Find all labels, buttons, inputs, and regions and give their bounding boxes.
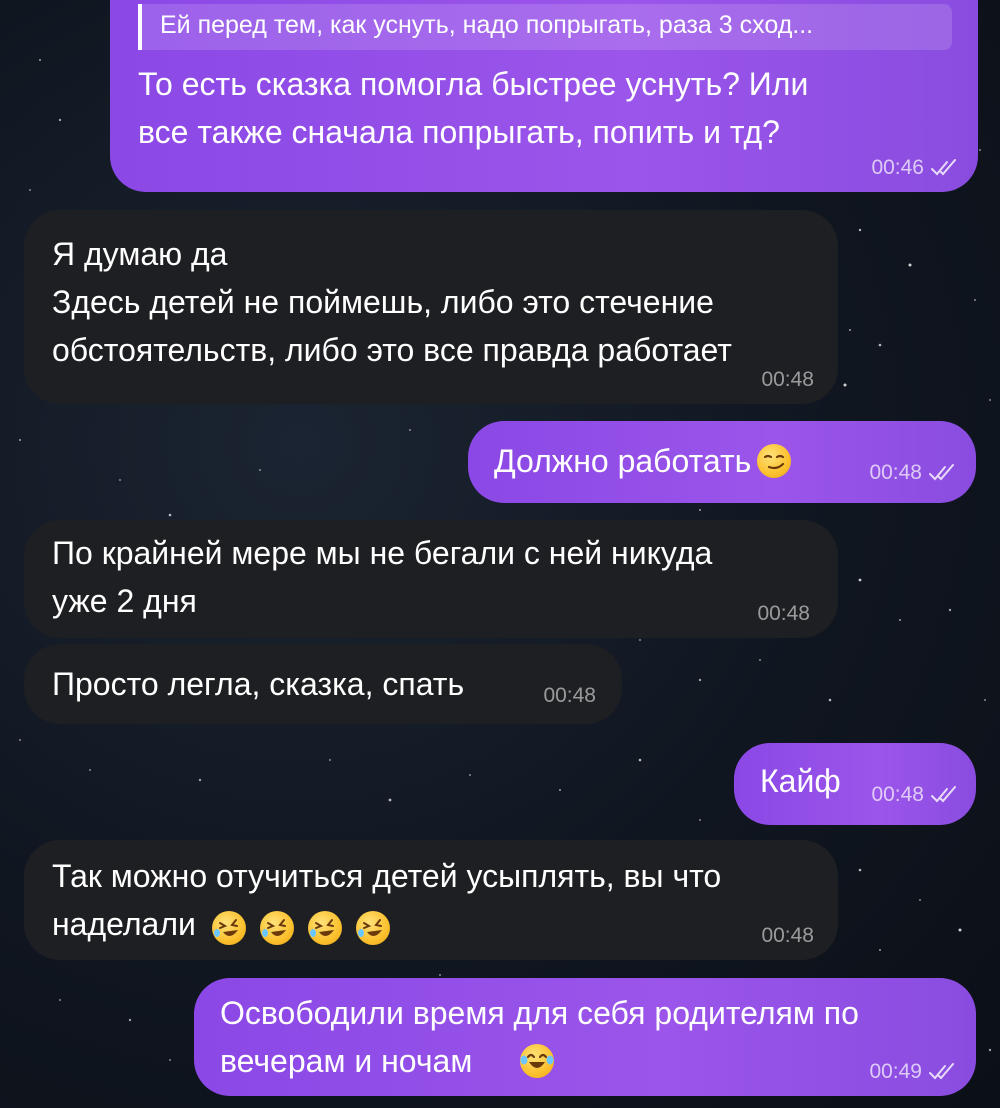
message-time: 00:48 [543, 684, 596, 707]
message-meta: 00:48 [761, 924, 814, 948]
incoming-message[interactable]: Я думаю да Здесь детей не поймешь, либо … [24, 210, 838, 404]
smirking-face-emoji-icon [757, 444, 792, 478]
message-time: 00:49 [869, 1060, 922, 1083]
outgoing-message[interactable]: Должно работать 00:48 [468, 421, 976, 503]
face-with-tears-of-joy-emoji-icon [520, 1044, 554, 1078]
message-text: Просто легла, сказка, спать [52, 666, 465, 702]
read-checkmarks-icon [931, 159, 956, 176]
message-text: То есть сказка помогла быстрее уснуть? И… [138, 66, 809, 150]
read-checkmarks-icon [929, 1063, 954, 1080]
message-text: Кайф [760, 763, 841, 799]
outgoing-message[interactable]: Ей перед тем, как уснуть, надо попрыгать… [110, 0, 978, 192]
rolling-on-the-floor-laughing-emoji-icon [308, 911, 342, 945]
message-meta: 00:49 [869, 1060, 956, 1084]
reply-preview-text: Ей перед тем, как уснуть, надо попрыгать… [160, 11, 814, 39]
message-time: 00:48 [871, 783, 924, 806]
message-time: 00:48 [869, 461, 922, 484]
message-text: По крайней мере мы не бегали с ней никуд… [52, 535, 713, 619]
message-time: 00:48 [761, 924, 814, 947]
incoming-message[interactable]: По крайней мере мы не бегали с ней никуд… [24, 520, 838, 638]
message-time: 00:48 [757, 602, 810, 625]
rolling-on-the-floor-laughing-emoji-icon [212, 911, 246, 945]
message-time: 00:46 [871, 156, 924, 179]
rolling-on-the-floor-laughing-emoji-icon [356, 911, 390, 945]
incoming-message[interactable]: Так можно отучиться детей усыплять, вы ч… [24, 840, 838, 960]
message-meta: 00:48 [871, 783, 958, 807]
incoming-message[interactable]: Просто легла, сказка, спать 00:48 [24, 644, 622, 724]
read-checkmarks-icon [929, 464, 954, 481]
outgoing-message[interactable]: Освободили время для себя родителям по в… [194, 978, 976, 1096]
message-meta: 00:48 [869, 461, 956, 485]
message-meta: 00:48 [543, 684, 596, 708]
emoji-group [206, 904, 390, 952]
message-text: Должно работать [494, 443, 752, 479]
message-meta: 00:48 [761, 368, 814, 392]
message-time: 00:48 [761, 368, 814, 391]
read-checkmarks-icon [931, 786, 956, 803]
outgoing-message[interactable]: Кайф 00:48 [734, 743, 976, 825]
message-text-line: Должно работать [494, 437, 792, 485]
message-meta: 00:48 [757, 602, 810, 626]
message-meta: 00:46 [871, 156, 958, 180]
message-text: Я думаю да Здесь детей не поймешь, либо … [52, 236, 732, 368]
reply-preview[interactable]: Ей перед тем, как уснуть, надо попрыгать… [138, 4, 952, 50]
rolling-on-the-floor-laughing-emoji-icon [260, 911, 294, 945]
